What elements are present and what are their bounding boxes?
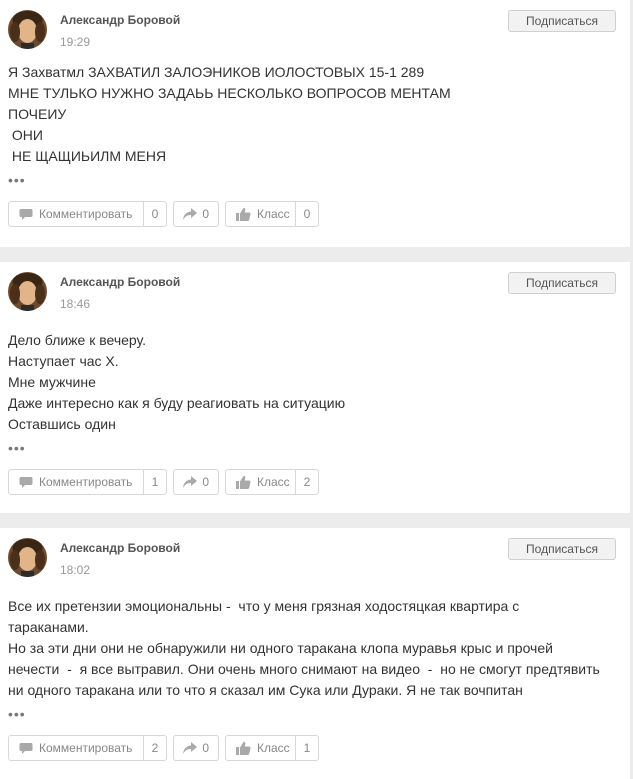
- post-text-line: ОНИ: [8, 127, 43, 143]
- post-text-line: НЕ ЩАЩИЬИЛМ МЕНЯ: [8, 148, 167, 164]
- post-header: Александр Боровой 18:02 Подписаться: [0, 528, 630, 584]
- avatar[interactable]: [8, 538, 47, 577]
- post-actions: Комментировать 1 0 Класс 2: [0, 469, 630, 495]
- subscribe-button[interactable]: Подписаться: [508, 538, 616, 560]
- like-count: 2: [295, 470, 318, 494]
- thumbs-up-icon: [236, 202, 251, 226]
- post-actions: Комментировать 0 0 Класс 0: [0, 201, 630, 227]
- share-button[interactable]: 0: [173, 469, 219, 495]
- author-name[interactable]: Александр Боровой: [60, 275, 180, 289]
- post-text-line: Все их претензии эмоциональны - что у ме…: [8, 598, 520, 614]
- more-button[interactable]: •••: [8, 707, 630, 721]
- author-name[interactable]: Александр Боровой: [60, 13, 180, 27]
- comment-button[interactable]: Комментировать 0: [8, 201, 167, 227]
- comment-button[interactable]: Комментировать 2: [8, 735, 167, 761]
- author-name[interactable]: Александр Боровой: [60, 541, 180, 555]
- avatar[interactable]: [8, 10, 47, 49]
- comment-label: Комментировать: [39, 741, 133, 755]
- post-text-line: МНЕ ТУЛЬКО НУЖНО ЗАДАЬЬ НЕСКОЛЬКО ВОПРОС…: [8, 85, 451, 101]
- like-label: Класс: [257, 475, 290, 489]
- post-text: Все их претензии эмоциональны - что у ме…: [0, 584, 630, 701]
- share-arrow-icon: [183, 736, 197, 760]
- more-button[interactable]: •••: [8, 441, 630, 455]
- post-header: Александр Боровой 18:46 Подписаться: [0, 262, 630, 318]
- comment-label: Комментировать: [39, 207, 133, 221]
- like-count: 0: [295, 202, 318, 226]
- post-time: 18:46: [60, 297, 91, 311]
- post-card: Александр Боровой 19:29 Подписаться Я За…: [0, 0, 630, 247]
- post-text-line: ПОЧЕИУ: [8, 106, 67, 122]
- thumbs-up-icon: [236, 470, 251, 494]
- post-text: Дело ближе к вечеру. Наступает час Х. Мн…: [0, 318, 630, 435]
- share-arrow-icon: [183, 470, 197, 494]
- comment-count: 1: [143, 470, 166, 494]
- share-button[interactable]: 0: [173, 201, 219, 227]
- like-button[interactable]: Класс 1: [225, 735, 319, 761]
- subscribe-button[interactable]: Подписаться: [508, 272, 616, 294]
- more-button[interactable]: •••: [8, 173, 630, 187]
- share-count: 0: [202, 741, 209, 755]
- share-arrow-icon: [183, 202, 197, 226]
- post-text-line: тараканами.: [8, 619, 89, 635]
- subscribe-button[interactable]: Подписаться: [508, 10, 616, 32]
- post-text-line: Но за эти дни они не обнаружили ни одног…: [8, 640, 553, 656]
- like-button[interactable]: Класс 0: [225, 201, 319, 227]
- like-button[interactable]: Класс 2: [225, 469, 319, 495]
- thumbs-up-icon: [236, 736, 251, 760]
- post-text-line: Я Захватмл ЗАХВАТИЛ ЗАЛОЭНИКОВ ИОЛОСТОВЫ…: [8, 64, 425, 80]
- comment-count: 0: [143, 202, 166, 226]
- post-text-line: Оставшись один: [8, 416, 116, 432]
- comment-bubble-icon: [19, 202, 33, 226]
- like-count: 1: [295, 736, 318, 760]
- comment-bubble-icon: [19, 736, 33, 760]
- post-text-line: ни одного таракана или то что я сказал и…: [8, 682, 523, 698]
- post-card: Александр Боровой 18:02 Подписаться Все …: [0, 528, 630, 779]
- post-text-line: Наступает час Х.: [8, 353, 119, 369]
- post-text-line: Даже интересно как я буду реагиовать на …: [8, 395, 346, 411]
- comment-count: 2: [143, 736, 166, 760]
- avatar[interactable]: [8, 272, 47, 311]
- comment-label: Комментировать: [39, 475, 133, 489]
- post-card: Александр Боровой 18:46 Подписаться Дело…: [0, 262, 630, 513]
- post-time: 19:29: [60, 35, 91, 49]
- share-count: 0: [202, 207, 209, 221]
- share-count: 0: [202, 475, 209, 489]
- post-time: 18:02: [60, 563, 91, 577]
- feed: Александр Боровой 19:29 Подписаться Я За…: [0, 0, 633, 779]
- post-text: Я Захватмл ЗАХВАТИЛ ЗАЛОЭНИКОВ ИОЛОСТОВЫ…: [0, 56, 630, 167]
- share-button[interactable]: 0: [173, 735, 219, 761]
- post-text-line: Мне мужчине: [8, 374, 96, 390]
- like-label: Класс: [257, 741, 290, 755]
- post-actions: Комментировать 2 0 Класс 1: [0, 735, 630, 761]
- like-label: Класс: [257, 207, 290, 221]
- post-text-line: Дело ближе к вечеру.: [8, 332, 147, 348]
- post-text-line: нечести - я все вытравил. Они очень мног…: [8, 661, 600, 677]
- comment-bubble-icon: [19, 470, 33, 494]
- post-header: Александр Боровой 19:29 Подписаться: [0, 0, 630, 56]
- comment-button[interactable]: Комментировать 1: [8, 469, 167, 495]
